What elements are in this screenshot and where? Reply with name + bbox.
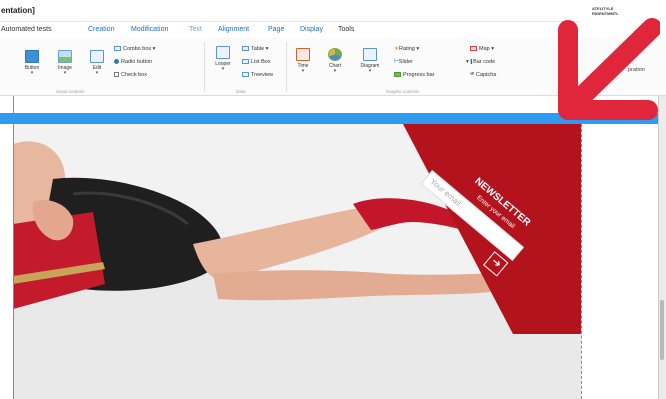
combo-box-icon bbox=[114, 46, 121, 51]
tab-display[interactable]: Display bbox=[300, 26, 323, 33]
radio-icon bbox=[114, 59, 119, 64]
treeview-icon bbox=[242, 72, 249, 77]
captcha-item[interactable]: ᵃᴮ Captcha bbox=[470, 72, 496, 78]
button-control-button[interactable]: Button ▾ bbox=[20, 50, 44, 76]
tab-alignment[interactable]: Alignment bbox=[218, 26, 249, 33]
rating-label: Rating bbox=[398, 46, 415, 52]
map-icon bbox=[470, 46, 477, 51]
combo-box-item[interactable]: Combo box ▾ bbox=[114, 46, 155, 52]
chevron-down-icon: ▾ bbox=[63, 70, 67, 76]
edit-control-button[interactable]: Edit ▾ bbox=[86, 50, 108, 76]
combo-box-label: Combo box bbox=[123, 46, 152, 52]
page-boundary-line bbox=[581, 124, 582, 399]
chevron-down-icon: ▾ bbox=[368, 68, 372, 74]
image-control-button[interactable]: Image ▾ bbox=[53, 50, 77, 76]
looper-icon bbox=[216, 46, 230, 59]
ribbon-separator bbox=[286, 42, 287, 92]
button-icon bbox=[25, 50, 39, 63]
tab-creation[interactable]: Creation bbox=[88, 26, 114, 33]
chevron-down-icon: ▾ bbox=[30, 70, 34, 76]
chevron-down-icon: ▾ bbox=[333, 68, 337, 74]
ribbon-separator bbox=[204, 42, 205, 92]
window-title: entation] bbox=[1, 6, 35, 15]
captcha-label: Captcha bbox=[475, 72, 497, 78]
treeview-label: Treeview bbox=[251, 72, 274, 78]
list-box-item[interactable]: List Box bbox=[242, 59, 271, 65]
left-margin-line bbox=[13, 96, 14, 399]
bar-code-label: Bar code bbox=[473, 59, 496, 65]
map-item[interactable]: Map ▾ bbox=[470, 46, 494, 52]
progress-bar-icon bbox=[394, 72, 401, 77]
tab-page[interactable]: Page bbox=[268, 26, 284, 33]
editor-window: entation] ATELITYLE RIGENTMMTL Automated… bbox=[0, 0, 666, 399]
treeview-item[interactable]: Treeview bbox=[242, 72, 273, 78]
chart-control-button[interactable]: Chart ▾ bbox=[324, 48, 346, 74]
ribbon-tabs: Automated tests Creation Modification Te… bbox=[0, 24, 560, 38]
edit-icon bbox=[90, 50, 104, 63]
chart-icon bbox=[328, 48, 342, 61]
group-label-data: Data bbox=[236, 89, 246, 94]
slider-item[interactable]: ⊢Slider bbox=[394, 59, 413, 65]
progress-bar-item[interactable]: Progress bar bbox=[394, 72, 435, 78]
list-box-label: List Box bbox=[251, 59, 271, 65]
group-label-usual-controls: Usual controls bbox=[56, 89, 85, 94]
check-box-item[interactable]: Check box bbox=[114, 72, 147, 78]
diagram-control-button[interactable]: Diagram ▾ bbox=[356, 48, 384, 74]
list-box-icon bbox=[242, 59, 249, 64]
red-arrow-icon bbox=[558, 18, 660, 120]
diagram-icon bbox=[363, 48, 377, 61]
chevron-down-icon: ▾ bbox=[221, 66, 225, 72]
check-box-label: Check box bbox=[121, 72, 147, 78]
chevron-down-icon: ▾ bbox=[95, 70, 99, 76]
table-label: Table bbox=[251, 46, 265, 52]
checkbox-icon bbox=[114, 72, 119, 77]
barcode-icon: ||| bbox=[470, 59, 473, 65]
tab-tools[interactable]: Tools bbox=[338, 26, 354, 33]
title-bar: entation] bbox=[0, 0, 580, 22]
radio-button-item[interactable]: Radio button bbox=[114, 59, 152, 65]
rating-item[interactable]: ★Rating ▾ bbox=[394, 46, 419, 52]
group-label-graphic-controls: Graphic controls bbox=[386, 89, 419, 94]
tab-modification[interactable]: Modification bbox=[131, 26, 168, 33]
arrow-right-icon: ➔ bbox=[488, 255, 504, 271]
image-icon bbox=[58, 50, 72, 63]
bar-code-item[interactable]: ▾ ||| Bar code bbox=[466, 59, 495, 65]
radio-button-label: Radio button bbox=[121, 59, 153, 65]
scrollbar-thumb[interactable] bbox=[660, 300, 664, 360]
time-control-button[interactable]: Time ▾ bbox=[292, 48, 314, 74]
time-icon bbox=[296, 48, 310, 61]
tab-automated-tests[interactable]: Automated tests bbox=[1, 26, 52, 33]
captcha-icon: ᵃᴮ bbox=[470, 72, 475, 78]
tab-text[interactable]: Text bbox=[189, 26, 202, 33]
window-right-label: ATELITYLE RIGENTMMTL bbox=[592, 6, 619, 16]
slider-label: Slider bbox=[398, 59, 413, 65]
chevron-down-icon: ▾ bbox=[301, 68, 305, 74]
table-icon bbox=[242, 46, 249, 51]
map-label: Map bbox=[479, 46, 490, 52]
progress-bar-label: Progress bar bbox=[403, 72, 435, 78]
looper-control-button[interactable]: Looper ▾ bbox=[210, 46, 236, 72]
table-item[interactable]: Table ▾ bbox=[242, 46, 268, 52]
